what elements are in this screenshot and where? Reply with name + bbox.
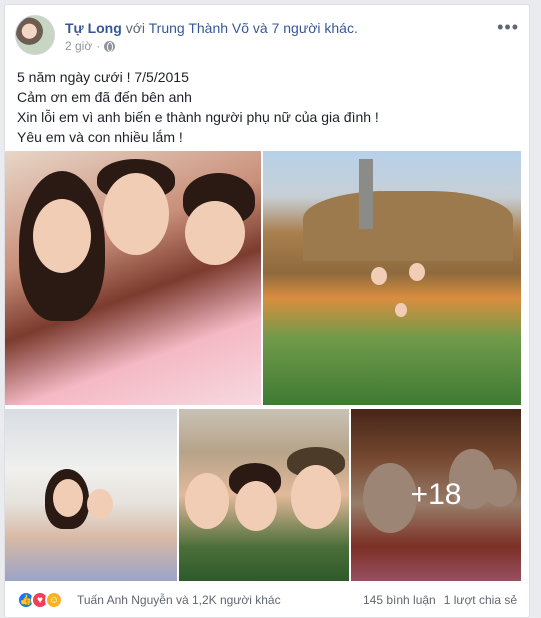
photo-figure xyxy=(359,159,373,229)
photo-5[interactable]: +18 xyxy=(351,409,521,581)
engagement-counts: 145 bình luận 1 lượt chia sẻ xyxy=(363,593,517,607)
post-text: 5 năm ngày cưới ! 7/5/2015 Cảm ơn em đã … xyxy=(17,67,517,147)
post-footer: 👍 ♥ ☺ Tuấn Anh Nguyễn và 1,2K người khác… xyxy=(17,589,517,613)
photo-figure xyxy=(395,303,407,317)
photo-1[interactable] xyxy=(5,151,261,405)
photo-figure xyxy=(371,267,387,285)
haha-icon: ☺ xyxy=(45,591,63,609)
photo-figure xyxy=(33,199,91,273)
more-photos-count[interactable]: +18 xyxy=(351,409,521,581)
photo-figure xyxy=(291,465,341,529)
author-avatar[interactable] xyxy=(15,15,55,55)
reaction-icons[interactable]: 👍 ♥ ☺ xyxy=(17,591,63,609)
photo-2[interactable] xyxy=(263,151,521,405)
author-name[interactable]: Tự Long xyxy=(65,20,122,36)
photo-figure xyxy=(303,191,513,261)
photo-figure xyxy=(185,201,245,265)
tagged-people[interactable]: Trung Thành Võ và 7 người khác. xyxy=(149,20,358,36)
comments-count[interactable]: 145 bình luận xyxy=(363,593,436,607)
photo-figure xyxy=(53,479,83,517)
photo-figure xyxy=(409,263,425,281)
photo-4[interactable] xyxy=(179,409,349,581)
post-time[interactable]: 2 giờ xyxy=(65,39,92,53)
post-header: Tự Long với Trung Thành Võ và 7 người kh… xyxy=(15,15,519,59)
post-text-line: Xin lỗi em vì anh biến e thành người phụ… xyxy=(17,109,379,125)
post-text-line: Cảm ơn em đã đến bên anh xyxy=(17,89,192,105)
photo-figure xyxy=(185,473,229,529)
photo-3[interactable] xyxy=(5,409,177,581)
separator-dot: · xyxy=(96,39,101,53)
with-text: với xyxy=(125,20,145,36)
post-author-line: Tự Long với Trung Thành Võ và 7 người kh… xyxy=(65,19,358,37)
photo-figure xyxy=(103,173,169,255)
shares-count[interactable]: 1 lượt chia sẻ xyxy=(444,593,517,607)
post-text-line: 5 năm ngày cưới ! 7/5/2015 xyxy=(17,69,189,85)
photo-figure xyxy=(235,481,277,531)
post-text-line: Yêu em và con nhiều lắm ! xyxy=(17,129,183,145)
more-options-button[interactable]: ••• xyxy=(497,17,519,38)
post-card: Tự Long với Trung Thành Võ và 7 người kh… xyxy=(4,4,530,618)
globe-icon[interactable] xyxy=(104,40,116,52)
reactors-text[interactable]: Tuấn Anh Nguyễn và 1,2K người khác xyxy=(77,593,281,607)
post-meta: 2 giờ · xyxy=(65,39,116,53)
photo-figure xyxy=(87,489,113,519)
